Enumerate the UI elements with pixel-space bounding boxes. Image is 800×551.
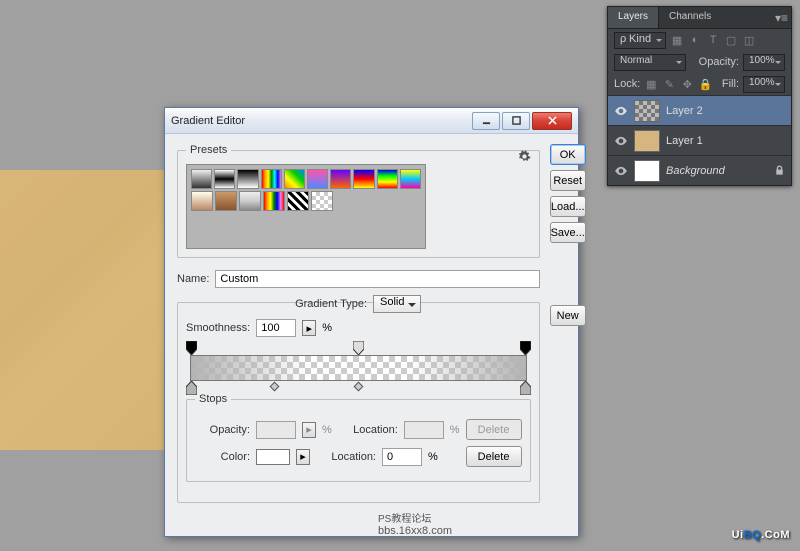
reset-button[interactable]: Reset: [550, 170, 586, 191]
presets-grid[interactable]: [186, 164, 426, 249]
midpoint-marker[interactable]: [269, 382, 279, 392]
filter-shape-icon[interactable]: ▢: [724, 33, 738, 47]
color-location-input[interactable]: [382, 448, 422, 466]
name-label: Name:: [177, 273, 209, 285]
opacity-location-input: [404, 421, 444, 439]
tab-layers[interactable]: Layers: [608, 7, 659, 28]
name-input[interactable]: [215, 270, 539, 288]
preset-swatch[interactable]: [263, 191, 285, 211]
preset-swatch[interactable]: [307, 169, 328, 189]
color-stop-well[interactable]: [256, 449, 290, 465]
filter-adjust-icon[interactable]: ◐: [688, 33, 702, 47]
maximize-button[interactable]: [502, 112, 530, 130]
delete-color-stop-button[interactable]: Delete: [466, 446, 522, 467]
preset-swatch[interactable]: [330, 169, 351, 189]
color-stop-label: Color:: [195, 451, 250, 463]
preset-swatch[interactable]: [287, 191, 309, 211]
dialog-title: Gradient Editor: [171, 115, 470, 127]
opacity-stop[interactable]: [353, 341, 364, 355]
layers-panel: Layers Channels ▾≡ ρ Kind ▦ ◐ T ▢ ◫ Norm…: [607, 6, 792, 186]
stops-label: Stops: [195, 393, 231, 405]
lock-pixels-icon[interactable]: ✎: [662, 77, 676, 91]
filter-type-icon[interactable]: T: [706, 33, 720, 47]
brand-logo: UiBQ.CoM: [732, 522, 790, 543]
lock-icon: [774, 165, 785, 176]
opacity-input: [256, 421, 296, 439]
tab-channels[interactable]: Channels: [659, 7, 721, 28]
opacity-label: Opacity:: [699, 56, 739, 68]
gradient-settings-group: Gradient Type: Solid Smoothness: ▸ %: [177, 302, 540, 503]
ok-button[interactable]: OK: [550, 144, 586, 165]
preset-swatch[interactable]: [284, 169, 305, 189]
lock-transparency-icon[interactable]: ▦: [644, 77, 658, 91]
stops-group: Stops Opacity: ▸ % Location: % Delete Co…: [186, 393, 531, 482]
color-dropdown-icon[interactable]: ▸: [296, 449, 310, 465]
layer-name: Layer 1: [666, 135, 703, 147]
preset-swatch[interactable]: [215, 191, 237, 211]
watermark: PS教程论坛 bbs.16xx8.com: [378, 510, 452, 537]
layer-name: Layer 2: [666, 105, 703, 117]
opacity-location-label: Location:: [338, 424, 398, 436]
layer-name: Background: [666, 165, 725, 177]
layer-opacity-input[interactable]: 100%: [743, 54, 785, 71]
visibility-icon[interactable]: [614, 164, 628, 178]
preset-swatch[interactable]: [400, 169, 421, 189]
load-button[interactable]: Load...: [550, 196, 586, 217]
gradient-bar[interactable]: [190, 355, 527, 381]
visibility-icon[interactable]: [614, 134, 628, 148]
layer-row[interactable]: Background: [608, 155, 791, 185]
preset-swatch[interactable]: [214, 169, 235, 189]
gradient-type-select[interactable]: Solid: [373, 295, 421, 313]
lock-all-icon[interactable]: 🔒: [698, 77, 712, 91]
visibility-icon[interactable]: [614, 104, 628, 118]
save-button[interactable]: Save...: [550, 222, 586, 243]
preset-swatch[interactable]: [311, 191, 333, 211]
document-canvas: [0, 170, 165, 450]
color-location-label: Location:: [316, 451, 376, 463]
layer-row[interactable]: Layer 1: [608, 125, 791, 155]
close-button[interactable]: [532, 112, 572, 130]
percent-label: %: [322, 322, 332, 334]
layer-fill-input[interactable]: 100%: [743, 76, 785, 93]
smoothness-input[interactable]: [256, 319, 296, 337]
gradient-editor-dialog: Gradient Editor Presets: [164, 107, 579, 537]
dialog-titlebar[interactable]: Gradient Editor: [165, 108, 578, 134]
lock-position-icon[interactable]: ✥: [680, 77, 694, 91]
filter-smart-icon[interactable]: ◫: [742, 33, 756, 47]
preset-swatch[interactable]: [353, 169, 374, 189]
preset-swatch[interactable]: [261, 169, 282, 189]
new-button[interactable]: New: [550, 305, 586, 326]
preset-swatch[interactable]: [377, 169, 398, 189]
smoothness-label: Smoothness:: [186, 322, 250, 334]
preset-swatch[interactable]: [239, 191, 261, 211]
opacity-stop-label: Opacity:: [195, 424, 250, 436]
filter-kind-select[interactable]: ρ Kind: [614, 32, 666, 49]
preset-swatch[interactable]: [191, 191, 213, 211]
gradient-type-label: Gradient Type:: [295, 298, 367, 310]
layer-thumb: [634, 160, 660, 182]
opacity-dropdown-icon: ▸: [302, 422, 316, 438]
opacity-stop[interactable]: [520, 341, 531, 355]
preset-swatch[interactable]: [191, 169, 212, 189]
panel-menu-icon[interactable]: ▾≡: [775, 11, 788, 25]
layer-thumb: [634, 130, 660, 152]
layer-row[interactable]: Layer 2: [608, 95, 791, 125]
preset-swatch[interactable]: [237, 169, 258, 189]
layer-thumb: [634, 100, 660, 122]
opacity-stop[interactable]: [186, 341, 197, 355]
fill-label: Fill:: [722, 78, 739, 90]
blend-mode-select[interactable]: Normal: [614, 54, 686, 71]
presets-group: Presets: [177, 144, 540, 258]
smoothness-dropdown-icon[interactable]: ▸: [302, 320, 316, 336]
minimize-button[interactable]: [472, 112, 500, 130]
presets-label: Presets: [186, 144, 231, 156]
delete-opacity-stop-button: Delete: [466, 419, 522, 440]
filter-pixel-icon[interactable]: ▦: [670, 33, 684, 47]
presets-menu-icon[interactable]: [518, 150, 531, 163]
midpoint-marker[interactable]: [354, 382, 364, 392]
lock-label: Lock:: [614, 78, 640, 90]
